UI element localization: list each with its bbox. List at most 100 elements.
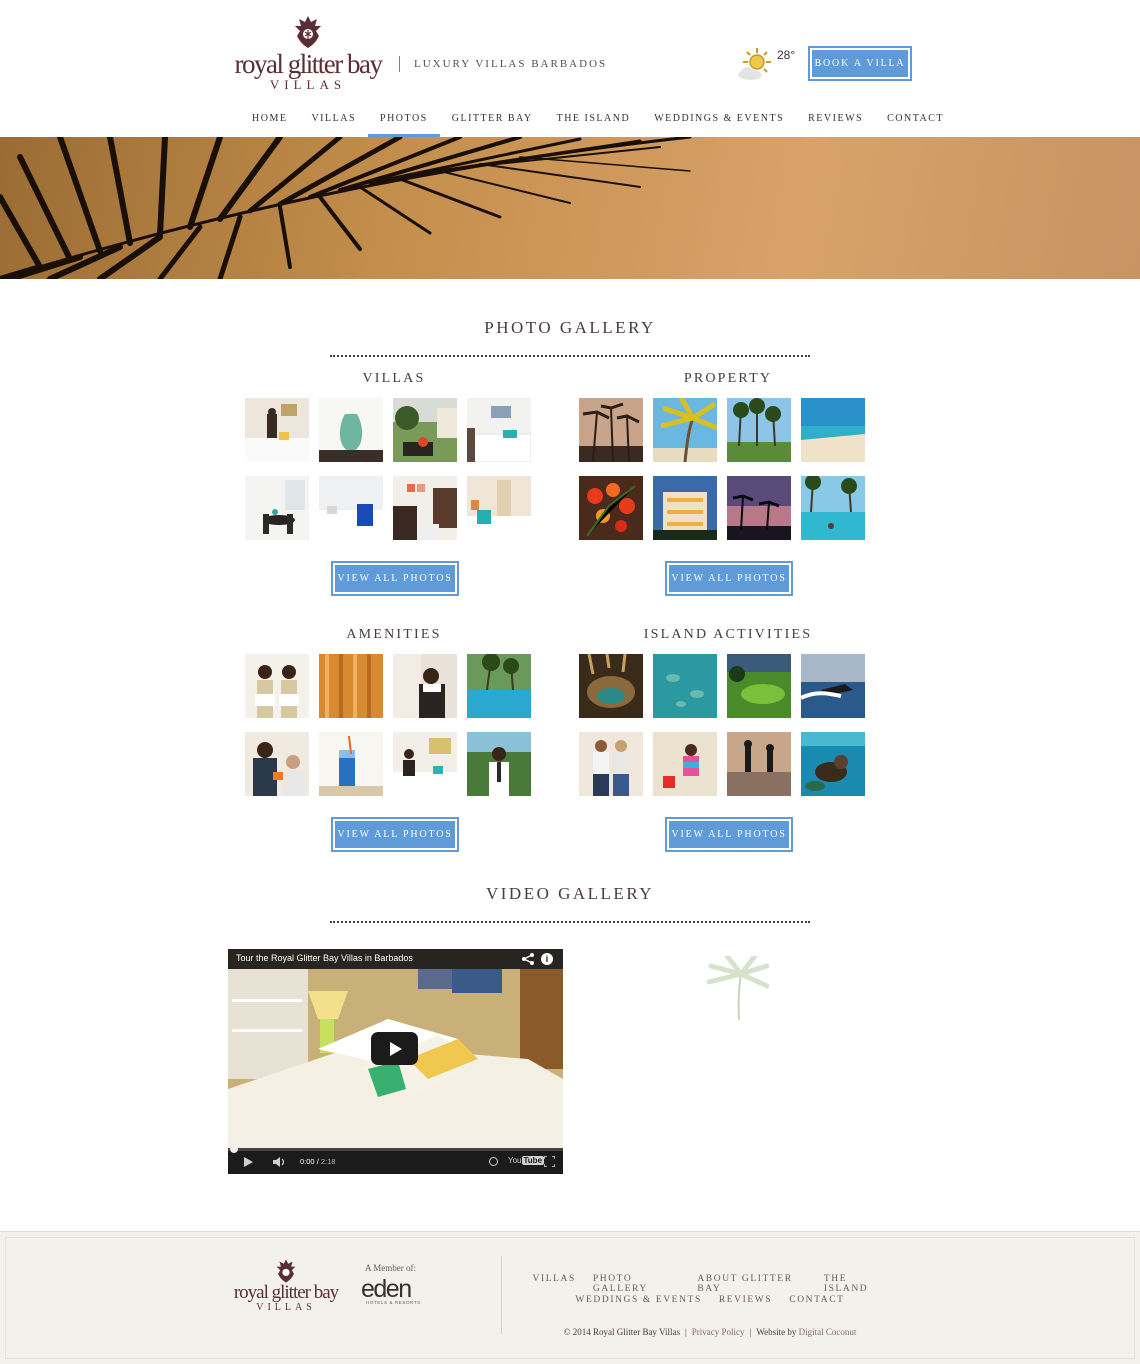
share-icon[interactable] (521, 952, 535, 966)
video-controls: 0:00 / 2:18 You Tube (228, 1145, 563, 1174)
thumb-bar-staff[interactable] (245, 732, 309, 796)
main-nav: HOME VILLAS PHOTOS GLITTER BAY THE ISLAN… (240, 106, 956, 137)
thumb-bedroom-pillows[interactable] (467, 476, 531, 540)
nav-weddings-events[interactable]: WEDDINGS & EVENTS (642, 106, 796, 137)
book-villa-button[interactable]: BOOK A VILLA (808, 46, 912, 81)
thumb-building-night[interactable] (653, 476, 717, 540)
site-logo[interactable]: royal glitter bay VILLAS (228, 14, 388, 93)
footer-logo-name: royal glitter bay (233, 1282, 339, 1303)
thumb-pool[interactable] (801, 476, 865, 540)
thumb-villa-exterior[interactable] (393, 398, 457, 462)
nav-villas[interactable]: VILLAS (299, 106, 368, 137)
view-all-villas-button[interactable]: VIEW ALL PHOTOS (331, 561, 459, 596)
website-by-label: Website by (756, 1327, 797, 1337)
thumb-jet-ski[interactable] (801, 654, 865, 718)
thumb-dining-room[interactable] (245, 476, 309, 540)
palm-tree-placeholder-icon (706, 956, 769, 1020)
amenities-thumb-grid (245, 654, 531, 796)
watch-later-icon[interactable] (489, 1157, 498, 1166)
footer-link-contact[interactable]: CONTACT (781, 1295, 853, 1305)
thumb-bedroom-teal[interactable] (467, 398, 531, 462)
progress-knob[interactable] (230, 1145, 238, 1153)
thumb-bedroom-blue[interactable] (319, 476, 383, 540)
privacy-policy-link[interactable]: Privacy Policy (692, 1327, 745, 1337)
time-current: 0:00 (300, 1157, 315, 1166)
category-title-island-activities: ISLAND ACTIVITIES (643, 627, 813, 642)
villas-thumb-grid (245, 398, 531, 540)
thumb-cocktail[interactable] (319, 732, 383, 796)
thumb-curtains[interactable] (319, 654, 383, 718)
thumb-vase[interactable] (319, 398, 383, 462)
agency-link[interactable]: Digital Coconut (799, 1327, 857, 1337)
thumb-palm-trees[interactable] (579, 398, 643, 462)
fullscreen-icon[interactable] (544, 1156, 555, 1167)
footer-copyright-line: © 2014 Royal Glitter Bay Villas | Privacy … (524, 1327, 896, 1337)
thumb-snorkel[interactable] (801, 732, 865, 796)
tagline-divider (399, 56, 400, 72)
category-title-property: PROPERTY (683, 371, 773, 386)
palm-frond-image (0, 137, 692, 279)
thumb-turtles[interactable] (653, 654, 717, 718)
youtube-logo[interactable]: You Tube (508, 1156, 545, 1165)
footer-crest-icon (276, 1259, 296, 1283)
footer-link-photo-gallery[interactable]: PHOTO GALLERY (584, 1274, 688, 1294)
thumb-golf-course[interactable] (727, 654, 791, 718)
video-player[interactable]: Tour the Royal Glitter Bay Villas in Bar… (228, 949, 563, 1174)
progress-bar[interactable] (228, 1145, 563, 1153)
volume-icon[interactable] (272, 1156, 286, 1168)
tagline: LUXURY VILLAS BARBADOS (414, 58, 608, 70)
video-title: Tour the Royal Glitter Bay Villas in Bar… (236, 953, 413, 963)
thumb-shopping[interactable] (579, 732, 643, 796)
nav-the-island[interactable]: THE ISLAND (545, 106, 643, 137)
nav-glitter-bay[interactable]: GLITTER BAY (440, 106, 545, 137)
footer-link-about-glitter-bay[interactable]: ABOUT GLITTER BAY (689, 1274, 815, 1294)
footer-logo[interactable]: royal glitter bay VILLAS (228, 1258, 344, 1313)
logo-name: royal glitter bay (234, 49, 383, 79)
thumb-butler[interactable] (467, 732, 531, 796)
thumb-maid-room[interactable] (393, 732, 457, 796)
property-thumb-grid (579, 398, 865, 540)
view-all-property-button[interactable]: VIEW ALL PHOTOS (665, 561, 793, 596)
footer-nav-row2: WEDDINGS & EVENTS REVIEWS CONTACT (524, 1295, 896, 1305)
play-button[interactable] (371, 1032, 418, 1065)
view-all-amenities-button[interactable]: VIEW ALL PHOTOS (331, 817, 459, 852)
footer-link-weddings-events[interactable]: WEDDINGS & EVENTS (567, 1295, 710, 1305)
thumb-pool-lounge[interactable] (467, 654, 531, 718)
nav-reviews[interactable]: REVIEWS (796, 106, 875, 137)
nav-contact[interactable]: CONTACT (875, 106, 956, 137)
nav-photos[interactable]: PHOTOS (368, 106, 440, 137)
nav-home[interactable]: HOME (240, 106, 299, 137)
thumb-paddleboard[interactable] (727, 732, 791, 796)
separator: | (684, 1327, 687, 1337)
thumb-living-room[interactable] (393, 476, 457, 540)
thumb-palm-beach[interactable] (653, 398, 717, 462)
info-icon[interactable]: i (541, 953, 553, 965)
thumb-cave[interactable] (579, 654, 643, 718)
category-title-villas: VILLAS (362, 371, 426, 386)
thumb-staff-towels[interactable] (245, 654, 309, 718)
member-label: A Member of: (365, 1263, 416, 1273)
temperature: 28° (777, 48, 796, 62)
time-total: 2:18 (320, 1157, 336, 1166)
footer-nav-row1: VILLAS PHOTO GALLERY ABOUT GLITTER BAY T… (524, 1274, 896, 1294)
island-activities-thumb-grid (579, 654, 865, 796)
footer-link-reviews[interactable]: REVIEWS (710, 1295, 780, 1305)
view-all-island-activities-button[interactable]: VIEW ALL PHOTOS (665, 817, 793, 852)
logo-sub: VILLAS (269, 77, 347, 92)
footer-link-the-island[interactable]: THE ISLAND (815, 1274, 896, 1294)
thumb-sunset-palms[interactable] (727, 476, 791, 540)
thumb-villa-bedroom-staff[interactable] (245, 398, 309, 462)
thumb-golf-palms[interactable] (727, 398, 791, 462)
thumb-child-beach[interactable] (653, 732, 717, 796)
site-footer: royal glitter bay VILLAS A Member of: ed… (0, 1231, 1140, 1364)
photo-gallery-divider (330, 355, 810, 357)
hero-banner (0, 137, 1140, 279)
copyright-text: © 2014 Royal Glitter Bay Villas (563, 1327, 680, 1337)
thumb-housekeeper[interactable] (393, 654, 457, 718)
thumb-flowers[interactable] (579, 476, 643, 540)
crest-icon (295, 16, 321, 48)
footer-link-villas[interactable]: VILLAS (524, 1274, 584, 1294)
video-gallery-divider (330, 921, 810, 923)
play-icon[interactable] (244, 1157, 253, 1167)
thumb-beach[interactable] (801, 398, 865, 462)
